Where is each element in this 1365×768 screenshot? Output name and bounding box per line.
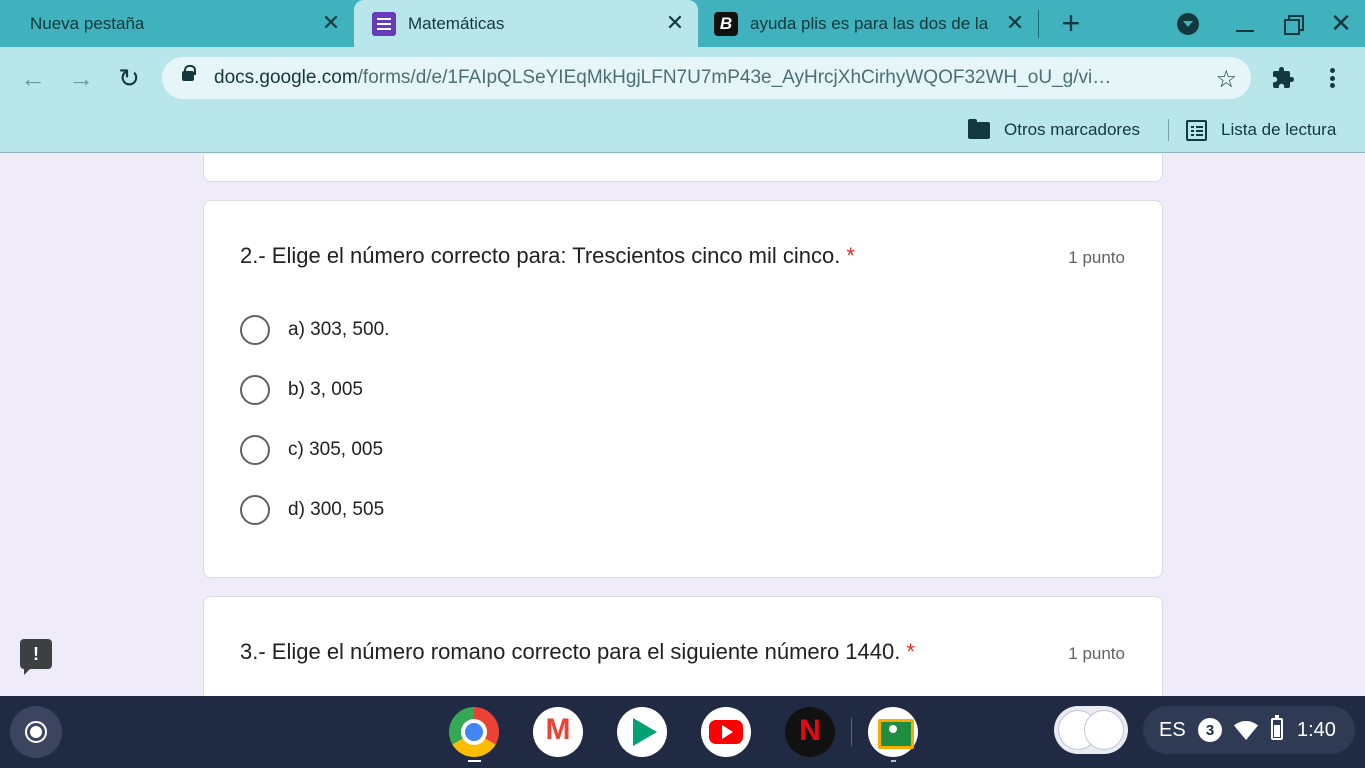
chrome-icon[interactable] (449, 707, 499, 757)
previous-question-card (203, 154, 1163, 182)
play-store-icon[interactable] (617, 707, 667, 757)
wifi-icon (1234, 719, 1258, 741)
clock: 1:40 (1297, 719, 1336, 741)
lock-icon[interactable] (182, 65, 196, 81)
required-asterisk: * (906, 639, 915, 664)
status-tray[interactable]: ES 3 1:40 (1143, 706, 1355, 754)
question-card: 3.- Elige el número romano correcto para… (203, 596, 1163, 696)
bookmark-other-folder[interactable]: Otros marcadores (968, 115, 1140, 145)
restore-icon[interactable] (1280, 10, 1306, 36)
input-method-label: ES (1159, 719, 1186, 741)
bookmark-star-icon[interactable]: ☆ (1215, 65, 1237, 94)
notification-count-badge: 3 (1198, 718, 1222, 742)
address-bar[interactable]: docs.google.com/forms/d/e/1FAIpQLSeYIEqM… (162, 57, 1251, 99)
option-label: d) 300, 505 (288, 499, 385, 520)
running-indicator (468, 760, 481, 762)
tab-brainly[interactable]: B ayuda plis es para las dos de la ✕ (698, 0, 1038, 47)
close-icon[interactable]: ✕ (320, 12, 342, 34)
bookmarks-bar: Otros marcadores Lista de lectura (0, 107, 1365, 153)
running-indicator (891, 760, 896, 762)
launcher-icon[interactable] (10, 706, 62, 758)
bookmarks-separator (1168, 119, 1169, 141)
forward-arrow-icon[interactable]: → (64, 61, 98, 95)
tab-search-dropdown-icon[interactable] (1177, 13, 1199, 35)
gmail-icon[interactable] (533, 707, 583, 757)
radio-option[interactable]: b) 3, 005 (240, 374, 363, 406)
tab-strip: Nueva pestaña ✕ Matemáticas ✕ B ayuda pl… (0, 0, 1365, 47)
reading-list-icon (1186, 119, 1207, 141)
folder-icon (968, 118, 990, 139)
report-feedback-icon[interactable]: ! (20, 639, 52, 675)
extensions-puzzle-icon[interactable] (1270, 65, 1296, 91)
option-label: c) 305, 005 (288, 439, 384, 460)
question-card: 2.- Elige el número correcto para: Tresc… (203, 200, 1163, 578)
question-title: 2.- Elige el número correcto para: Tresc… (240, 243, 855, 269)
battery-icon (1271, 715, 1283, 740)
close-icon[interactable]: ✕ (664, 12, 686, 34)
reading-list-button[interactable]: Lista de lectura (1186, 115, 1336, 145)
brainly-icon: B (714, 11, 738, 36)
tab-separator (1038, 10, 1039, 38)
tab-matematicas[interactable]: Matemáticas ✕ (354, 0, 698, 47)
required-asterisk: * (846, 243, 855, 268)
radio-button[interactable] (240, 315, 270, 345)
kebab-menu-icon[interactable] (1320, 65, 1344, 91)
back-arrow-icon[interactable]: ← (16, 61, 50, 95)
shelf-separator (851, 718, 852, 746)
tab-new-tab[interactable]: Nueva pestaña ✕ (0, 0, 354, 47)
question-title: 3.- Elige el número romano correcto para… (240, 639, 915, 665)
reload-icon[interactable]: ↻ (112, 61, 146, 95)
google-forms-icon (372, 11, 396, 36)
radio-button[interactable] (240, 495, 270, 525)
tab-title: Matemáticas (408, 13, 505, 33)
radio-option[interactable]: a) 303, 500. (240, 314, 389, 346)
tote-screenshots[interactable] (1054, 706, 1128, 754)
bookmark-label: Otros marcadores (1004, 120, 1141, 139)
system-shelf: ES 3 1:40 (0, 696, 1365, 768)
question-text: 3.- Elige el número romano correcto para… (240, 639, 901, 664)
browser-toolbar: ← → ↻ docs.google.com/forms/d/e/1FAIpQLS… (0, 47, 1365, 107)
url-host: docs.google.com (214, 67, 358, 88)
url-path: /forms/d/e/1FAIpQLSeYIEqMkHgjLFN7U7mP43e… (357, 67, 1112, 88)
radio-button[interactable] (240, 435, 270, 465)
minimize-icon[interactable] (1232, 10, 1258, 36)
question-text: 2.- Elige el número correcto para: Tresc… (240, 243, 841, 268)
close-icon[interactable]: ✕ (1004, 12, 1026, 34)
netflix-icon[interactable] (785, 707, 835, 757)
youtube-icon[interactable] (701, 707, 751, 757)
radio-option[interactable]: c) 305, 005 (240, 434, 383, 466)
url-text[interactable]: docs.google.com/forms/d/e/1FAIpQLSeYIEqM… (214, 67, 1194, 89)
question-points: 1 punto (1068, 248, 1125, 267)
form-viewport[interactable]: 2.- Elige el número correcto para: Tresc… (0, 154, 1365, 696)
bookmark-label: Lista de lectura (1221, 120, 1337, 139)
tab-title: ayuda plis es para las dos de la (750, 13, 989, 33)
tab-title: Nueva pestaña (30, 13, 145, 33)
window-close-icon[interactable]: ✕ (1328, 8, 1354, 38)
classroom-icon[interactable] (868, 707, 918, 757)
radio-button[interactable] (240, 375, 270, 405)
option-label: a) 303, 500. (288, 319, 390, 340)
option-label: b) 3, 005 (288, 379, 363, 400)
radio-option[interactable]: d) 300, 505 (240, 494, 384, 526)
new-tab-plus-icon[interactable]: + (1056, 7, 1086, 39)
question-points: 1 punto (1068, 644, 1125, 663)
